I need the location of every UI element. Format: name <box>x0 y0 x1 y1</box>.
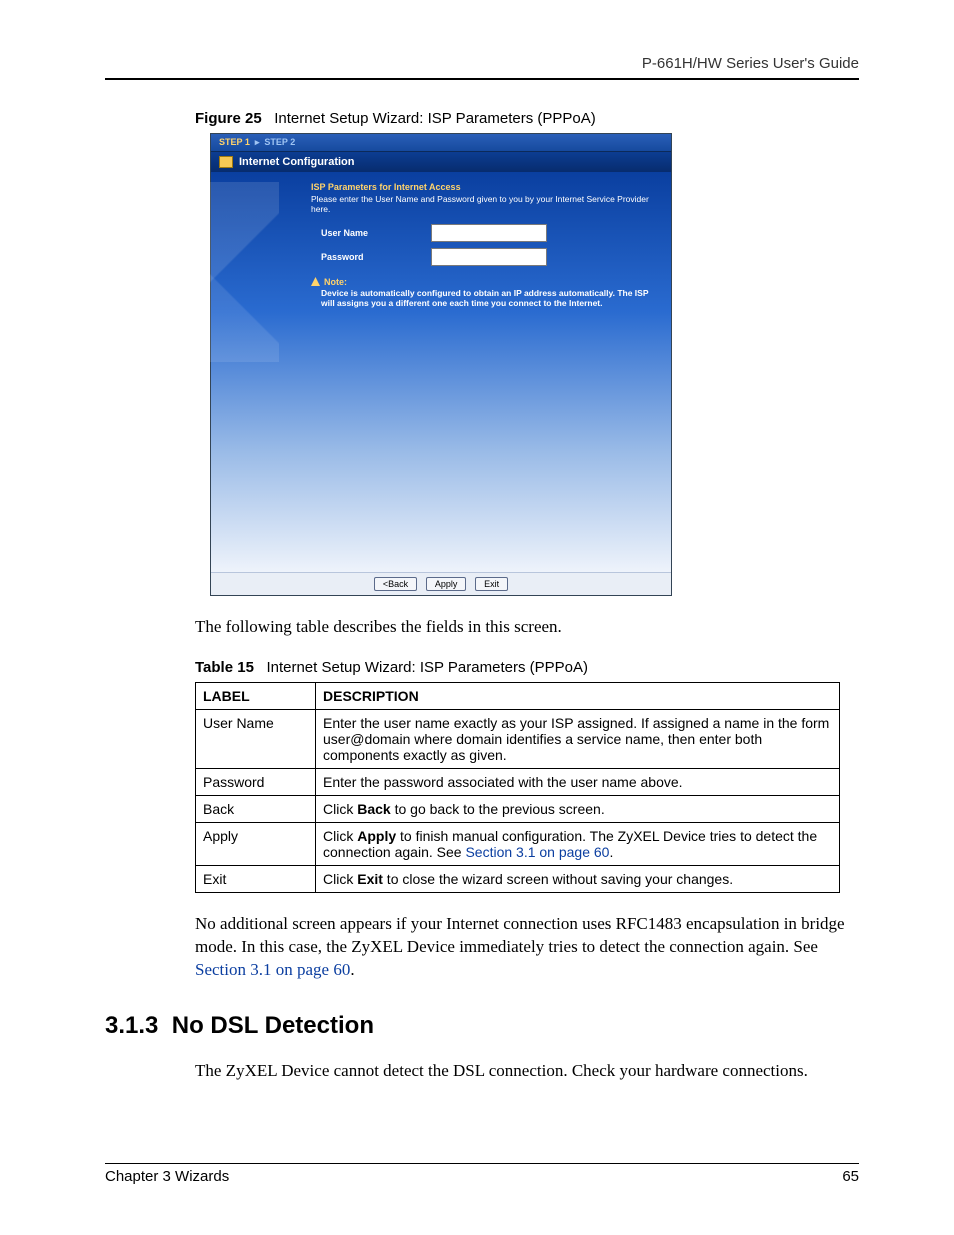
intro-text: The following table describes the fields… <box>195 616 859 639</box>
xref-link[interactable]: Section 3.1 on page 60 <box>465 844 609 860</box>
txt: Click <box>323 871 357 887</box>
cell-desc: Enter the password associated with the u… <box>316 768 840 795</box>
header-rule <box>105 78 859 80</box>
cell-label: User Name <box>196 709 316 768</box>
footer-right: 65 <box>842 1168 859 1185</box>
wizard-heading: Internet Configuration <box>211 152 671 172</box>
wizard-button-bar: <Back Apply Exit <box>211 572 671 595</box>
paragraph-no-dsl: The ZyXEL Device cannot detect the DSL c… <box>195 1060 859 1083</box>
note-text: Device is automatically configured to ob… <box>321 288 661 308</box>
txt: . <box>609 844 613 860</box>
wizard-heading-text: Internet Configuration <box>239 156 355 168</box>
bold-txt: Exit <box>357 871 383 887</box>
table-row: Apply Click Apply to finish manual confi… <box>196 822 840 865</box>
footer-rule <box>105 1163 859 1164</box>
section-heading: 3.1.3 No DSL Detection <box>105 1012 859 1040</box>
wizard-steps: STEP 1 ▸ STEP 2 <box>211 134 671 152</box>
txt: to go back to the previous screen. <box>391 801 605 817</box>
cell-desc: Enter the user name exactly as your ISP … <box>316 709 840 768</box>
folder-icon <box>219 156 233 168</box>
table-row: Exit Click Exit to close the wizard scre… <box>196 865 840 892</box>
th-label: LABEL <box>196 682 316 709</box>
wizard-body: ISP Parameters for Internet Access Pleas… <box>211 172 671 572</box>
txt: to close the wizard screen without savin… <box>383 871 733 887</box>
figure-label: Figure 25 <box>195 110 262 127</box>
txt: No additional screen appears if your Int… <box>195 914 845 956</box>
apply-button[interactable]: Apply <box>426 577 467 591</box>
cell-desc: Click Exit to close the wizard screen wi… <box>316 865 840 892</box>
table-caption: Table 15 Internet Setup Wizard: ISP Para… <box>195 659 859 676</box>
table-row: Password Enter the password associated w… <box>196 768 840 795</box>
username-label: User Name <box>321 228 391 238</box>
table-row: Back Click Back to go back to the previo… <box>196 795 840 822</box>
txt: Click <box>323 828 357 844</box>
xref-link[interactable]: Section 3.1 on page 60 <box>195 960 350 979</box>
th-description: DESCRIPTION <box>316 682 840 709</box>
cell-label: Exit <box>196 865 316 892</box>
bold-txt: Back <box>357 801 390 817</box>
exit-button[interactable]: Exit <box>475 577 508 591</box>
cell-desc: Click Back to go back to the previous sc… <box>316 795 840 822</box>
table-title: Internet Setup Wizard: ISP Parameters (P… <box>266 659 588 676</box>
running-head: P-661H/HW Series User's Guide <box>105 55 859 72</box>
table-row: User Name Enter the user name exactly as… <box>196 709 840 768</box>
username-input[interactable] <box>431 224 547 242</box>
table-label: Table 15 <box>195 659 254 676</box>
section-title: No DSL Detection <box>172 1012 374 1039</box>
cell-label: Apply <box>196 822 316 865</box>
back-button[interactable]: <Back <box>374 577 417 591</box>
step-inactive: STEP 2 <box>264 137 295 147</box>
wizard-screenshot: STEP 1 ▸ STEP 2 Internet Configuration I… <box>210 133 672 596</box>
isp-title: ISP Parameters for Internet Access <box>311 182 661 192</box>
table-header-row: LABEL DESCRIPTION <box>196 682 840 709</box>
paragraph-rfc1483: No additional screen appears if your Int… <box>195 913 859 982</box>
description-table: LABEL DESCRIPTION User Name Enter the us… <box>195 682 840 893</box>
cell-label: Back <box>196 795 316 822</box>
password-label: Password <box>321 252 391 262</box>
txt: . <box>350 960 354 979</box>
wizard-bg-accent <box>209 182 279 362</box>
cell-desc: Click Apply to finish manual configurati… <box>316 822 840 865</box>
step-active: STEP 1 <box>219 137 250 147</box>
password-input[interactable] <box>431 248 547 266</box>
page-footer: Chapter 3 Wizards 65 <box>105 1163 859 1185</box>
section-number: 3.1.3 <box>105 1012 158 1039</box>
cell-label: Password <box>196 768 316 795</box>
figure-caption: Figure 25 Internet Setup Wizard: ISP Par… <box>195 110 859 127</box>
footer-left: Chapter 3 Wizards <box>105 1168 229 1185</box>
isp-sub: Please enter the User Name and Password … <box>311 194 661 214</box>
figure-title: Internet Setup Wizard: ISP Parameters (P… <box>274 110 596 127</box>
txt: Click <box>323 801 357 817</box>
bold-txt: Apply <box>357 828 396 844</box>
note-label: Note: <box>311 276 661 287</box>
